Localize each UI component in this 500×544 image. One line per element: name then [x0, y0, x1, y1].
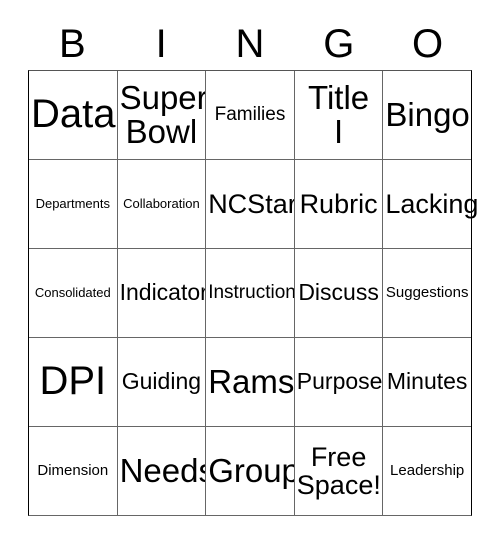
- bingo-cell[interactable]: Collaboration: [116, 160, 206, 248]
- bingo-cell[interactable]: Discuss: [293, 249, 383, 337]
- bingo-cell-label: Needs: [119, 451, 215, 489]
- bingo-cell[interactable]: Indicators: [116, 249, 220, 337]
- bingo-cell[interactable]: Needs: [116, 427, 215, 515]
- bingo-cell[interactable]: Minutes: [382, 338, 471, 426]
- bingo-cell[interactable]: Suggestions: [382, 249, 471, 337]
- bingo-cell-label: Instruction: [208, 282, 296, 304]
- bingo-cell-label: NCStar: [208, 188, 297, 219]
- bingo-cell[interactable]: Consolidated: [29, 249, 117, 337]
- bingo-cell[interactable]: Super Bowl: [116, 71, 208, 159]
- bingo-row: Consolidated Indicators Instruction Disc…: [29, 248, 471, 337]
- bingo-cell[interactable]: Bingo: [382, 71, 471, 159]
- bingo-row: Data Super Bowl Families Title I Bingo: [29, 71, 471, 159]
- bingo-cell-label: Discuss: [298, 279, 379, 306]
- bingo-cell[interactable]: Guiding: [116, 338, 206, 426]
- bingo-cell-label: Group: [208, 451, 300, 489]
- bingo-cell-label: Families: [214, 104, 286, 126]
- bingo-cell-label: Rams: [208, 362, 295, 400]
- bingo-cell[interactable]: Data: [29, 71, 117, 159]
- bingo-header-letter-g: G: [323, 22, 355, 66]
- bingo-cell-label: Free Space!: [296, 441, 381, 500]
- bingo-cell-label: Departments: [35, 196, 110, 212]
- bingo-cell-label: Purpose: [296, 368, 383, 395]
- bingo-cell[interactable]: DPI: [29, 338, 117, 426]
- bingo-cell-label: Guiding: [121, 368, 202, 395]
- bingo-cell[interactable]: Dimension: [29, 427, 117, 515]
- bingo-row: Departments Collaboration NCStar Rubric …: [29, 159, 479, 248]
- bingo-cell-label: Bingo: [385, 95, 470, 133]
- bingo-cell[interactable]: NCStar: [205, 160, 297, 248]
- bingo-cell[interactable]: Group: [205, 427, 300, 515]
- bingo-card: B I N G O Data Super Bowl Families Title…: [0, 0, 500, 544]
- bingo-cell-label: Rubric: [299, 188, 378, 219]
- bingo-cell[interactable]: Title I: [293, 71, 383, 159]
- bingo-cell[interactable]: Rams: [205, 338, 294, 426]
- bingo-cell-label: Dimension: [37, 462, 109, 480]
- bingo-cell-label: Super Bowl: [119, 78, 208, 150]
- bingo-cell-free-space[interactable]: Free Space!: [293, 427, 383, 515]
- bingo-cell[interactable]: Leadership: [382, 427, 471, 515]
- bingo-cell[interactable]: Purpose: [293, 338, 383, 426]
- bingo-row: Dimension Needs Group Free Space! Leader…: [29, 426, 471, 515]
- bingo-cell-label: Data: [31, 92, 116, 137]
- bingo-cell-label: Title I: [308, 78, 370, 150]
- bingo-cell-label: Minutes: [386, 368, 468, 395]
- bingo-header-letter-i: I: [155, 22, 167, 66]
- bingo-cell-label: Collaboration: [123, 196, 200, 212]
- bingo-cell-label: Consolidated: [34, 285, 111, 301]
- bingo-cell[interactable]: Lacking: [382, 160, 479, 248]
- bingo-cell-label: Lacking: [385, 188, 479, 219]
- bingo-row: DPI Guiding Rams Purpose Minutes: [29, 337, 471, 426]
- bingo-header-letter-n: N: [235, 22, 265, 66]
- bingo-cell[interactable]: Departments: [29, 160, 117, 248]
- bingo-cell[interactable]: Instruction: [205, 249, 296, 337]
- bingo-cell-label: Leadership: [390, 462, 465, 480]
- bingo-cell-label: Indicators: [119, 279, 220, 306]
- bingo-cell[interactable]: Families: [205, 71, 294, 159]
- bingo-cell[interactable]: Rubric: [293, 160, 383, 248]
- bingo-header-letter-o: O: [412, 22, 444, 66]
- bingo-header-letter-b: B: [59, 22, 86, 66]
- bingo-cell-label: DPI: [39, 359, 107, 404]
- bingo-cell-label: Suggestions: [385, 284, 469, 302]
- bingo-grid: Data Super Bowl Families Title I Bingo D…: [28, 70, 479, 516]
- bingo-header-row: B I N G O: [28, 18, 472, 70]
